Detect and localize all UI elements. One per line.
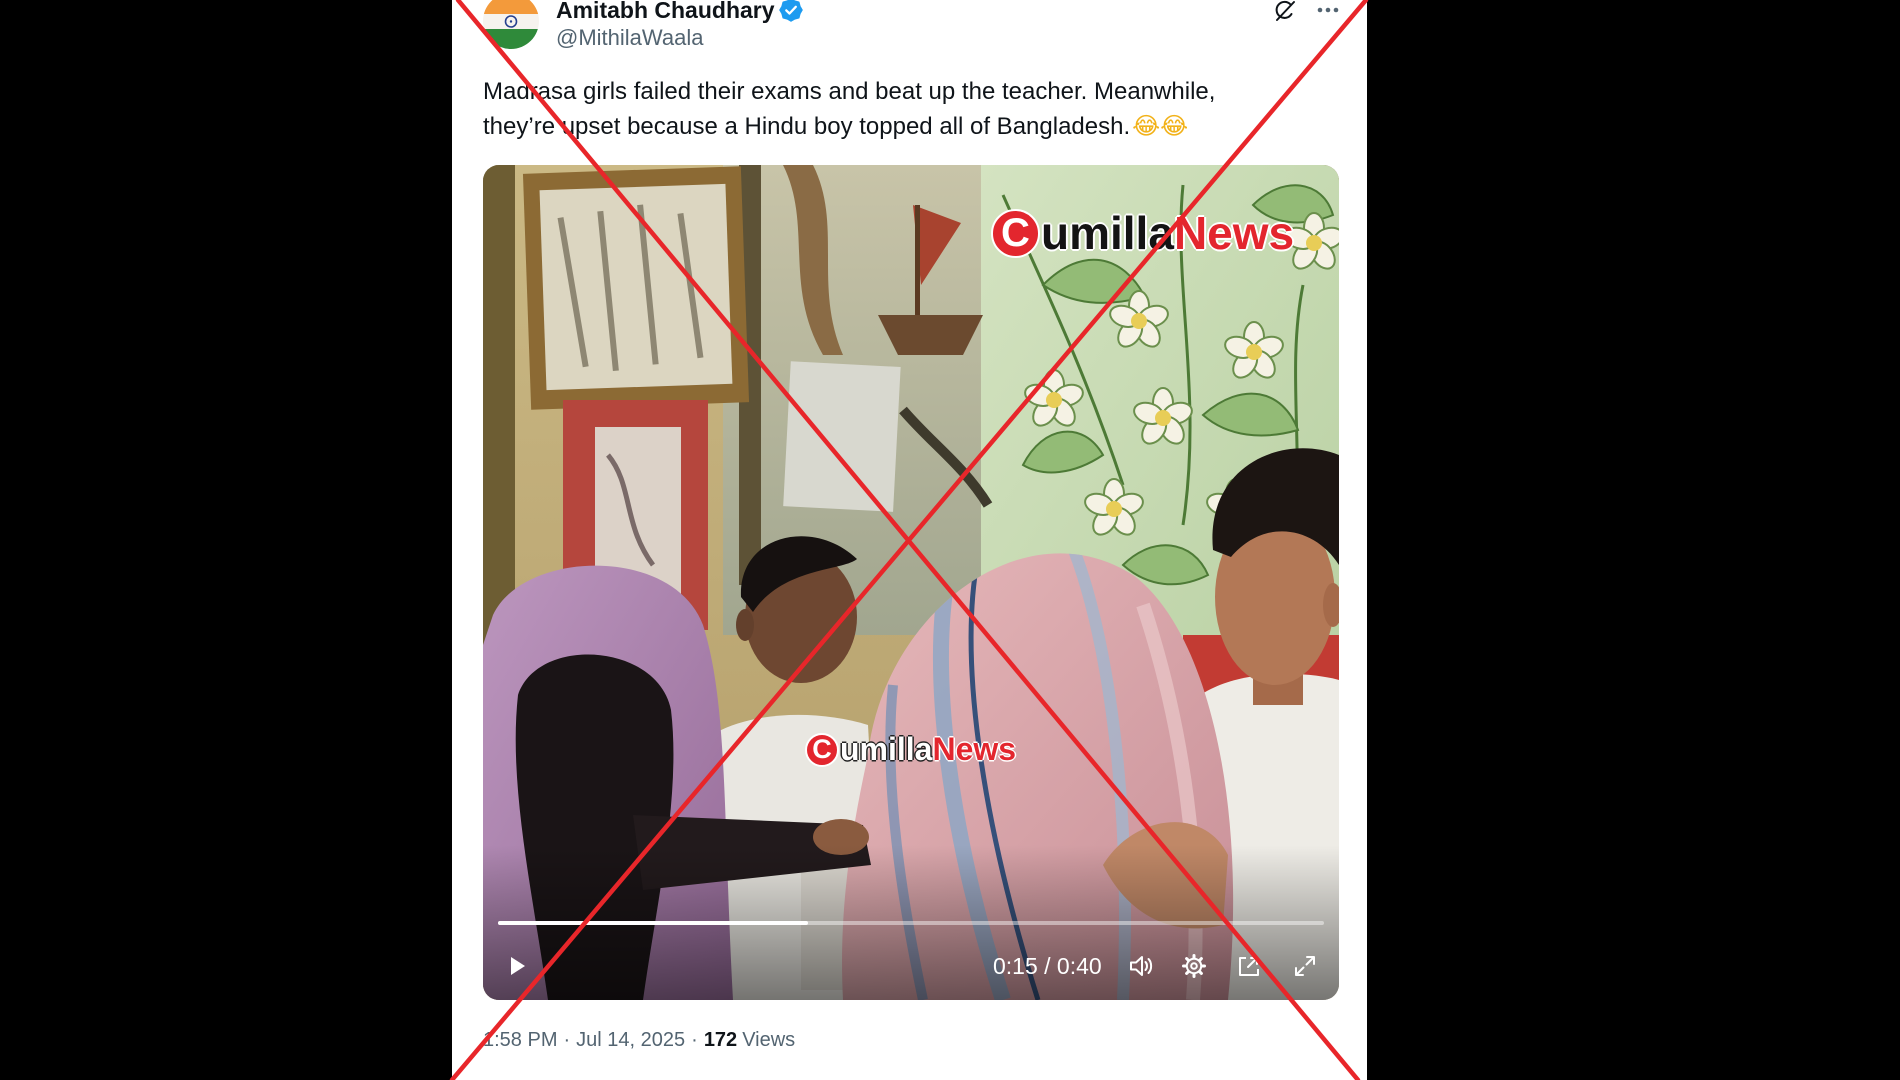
popout-button[interactable]: [1235, 952, 1263, 980]
grok-icon: [1275, 0, 1295, 21]
video-player[interactable]: C umilla News C umilla News 0:15 / 0:40: [483, 165, 1339, 1000]
watermark-logo-letter: C: [991, 208, 1040, 258]
wall-paper: [783, 361, 901, 512]
meta-separator: ·: [563, 1029, 571, 1051]
watermark-logo-letter: C: [805, 732, 839, 767]
views-count: 172: [703, 1029, 738, 1051]
video-time: 0:15 / 0:40: [993, 953, 1102, 979]
tweet-text-line: they’re upset because a Hindu boy topped…: [483, 109, 1343, 144]
video-frame-image: [483, 165, 1339, 1000]
tweet-date[interactable]: Jul 14, 2025: [576, 1029, 685, 1051]
settings-button[interactable]: [1180, 952, 1208, 980]
author-name[interactable]: Amitabh Chaudhary: [556, 0, 775, 23]
verified-badge-icon: [778, 0, 803, 22]
author-avatar[interactable]: [483, 0, 539, 49]
video-progress-bar[interactable]: [498, 921, 1324, 925]
watermark-text-accent: News: [1173, 207, 1295, 259]
picture-frame: [522, 166, 750, 410]
author-name-row[interactable]: Amitabh Chaudhary: [556, 0, 803, 23]
news-watermark: C umilla News: [991, 206, 1294, 260]
play-button[interactable]: [503, 952, 531, 980]
meta-separator: ·: [691, 1029, 698, 1051]
play-icon: [511, 957, 525, 975]
watermark-text-accent: News: [932, 731, 1017, 767]
volume-icon: [1130, 956, 1153, 976]
tweet-text-line: Madrasa girls failed their exams and bea…: [483, 78, 1216, 105]
news-watermark: C umilla News: [805, 731, 1016, 768]
author-handle[interactable]: @MithilaWaala: [556, 25, 703, 51]
watermark-text: umilla: [840, 731, 933, 767]
tweet-text: Madrasa girls failed their exams and bea…: [483, 74, 1343, 144]
more-options-button[interactable]: [1315, 0, 1341, 20]
tweet-meta: 1:58 PM · Jul 14, 2025 · 172 Views: [483, 1028, 795, 1052]
settings-icon: [1182, 954, 1206, 978]
tweet-text-segment: they’re upset because a Hindu boy topped…: [483, 113, 1131, 140]
views-label: Views: [742, 1029, 796, 1051]
tweet-time[interactable]: 1:58 PM: [483, 1029, 557, 1051]
volume-button[interactable]: [1127, 952, 1155, 980]
grok-button[interactable]: [1272, 0, 1298, 24]
india-flag-icon: [483, 0, 539, 49]
more-options-icon: [1317, 7, 1339, 13]
fullscreen-button[interactable]: [1291, 952, 1319, 980]
tweet-card: Amitabh Chaudhary @MithilaWaala Madrasa …: [452, 0, 1367, 1080]
popout-icon: [1239, 957, 1259, 976]
laughing-emoji: 😂😂: [1132, 112, 1189, 140]
fullscreen-icon: [1295, 956, 1315, 976]
progress-fill: [498, 921, 808, 925]
watermark-text: umilla: [1041, 207, 1174, 259]
